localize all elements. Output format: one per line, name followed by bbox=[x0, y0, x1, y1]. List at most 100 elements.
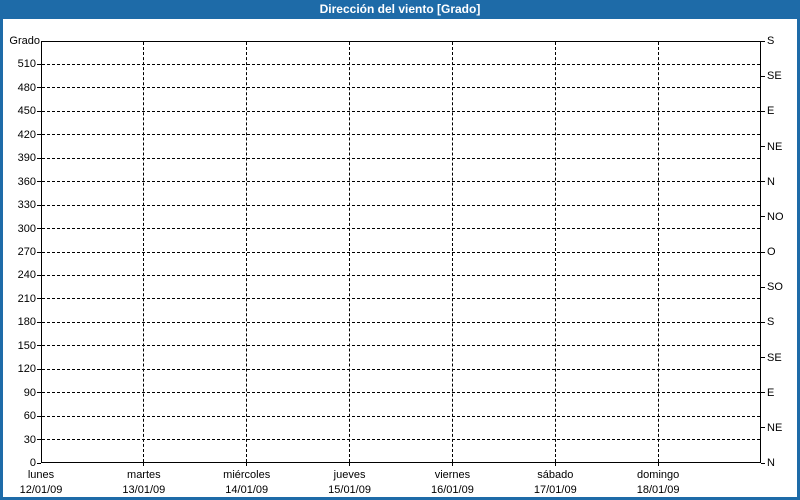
x-date-label: 15/01/09 bbox=[328, 484, 371, 496]
grid-line-vertical bbox=[657, 42, 659, 462]
x-date-label: 12/01/09 bbox=[19, 484, 63, 496]
grid-line-horizontal bbox=[42, 204, 760, 206]
x-day-label: viernes bbox=[434, 469, 471, 481]
y-left-tick bbox=[37, 439, 41, 441]
y-left-tick bbox=[37, 251, 41, 253]
x-day-label: sábado bbox=[537, 469, 574, 481]
y-left-tick bbox=[37, 181, 41, 183]
y-left-tick bbox=[37, 368, 41, 370]
y-left-tick bbox=[37, 274, 41, 276]
y-left-tick bbox=[37, 204, 41, 206]
x-day-label: jueves bbox=[333, 469, 366, 481]
y-left-tick-label: 120 bbox=[17, 363, 36, 376]
y-left-tick-label: 360 bbox=[17, 175, 36, 188]
y-left-tick-label: 510 bbox=[17, 58, 36, 71]
x-day-label: miércoles bbox=[223, 469, 271, 481]
grid-line-horizontal bbox=[42, 87, 760, 89]
y-right-tick-label: SE bbox=[767, 70, 782, 83]
x-day-label: domingo bbox=[637, 469, 680, 481]
grid-line-vertical bbox=[554, 42, 556, 462]
grid-line-horizontal bbox=[42, 63, 760, 65]
y-left-tick bbox=[37, 392, 41, 394]
y-right-tick bbox=[761, 251, 765, 253]
grid-line-horizontal bbox=[42, 368, 760, 370]
x-tick bbox=[246, 463, 248, 466]
y-left-tick-label: 300 bbox=[17, 222, 36, 235]
y-right-tick bbox=[761, 110, 765, 112]
y-left-tick bbox=[37, 298, 41, 300]
grid-line-horizontal bbox=[42, 439, 760, 441]
y-right-tick bbox=[761, 286, 765, 288]
grid-line-vertical bbox=[451, 42, 453, 462]
y-right-tick-label: NO bbox=[767, 210, 784, 223]
y-left-tick bbox=[37, 228, 41, 230]
y-left-tick bbox=[37, 321, 41, 323]
y-left-tick-label: 330 bbox=[17, 199, 36, 212]
y-left-tick bbox=[37, 110, 41, 112]
grid-line-horizontal bbox=[42, 110, 760, 112]
y-right-tick bbox=[761, 146, 765, 147]
y-right-tick bbox=[761, 427, 765, 429]
y-left-tick bbox=[37, 415, 41, 417]
y-left-tick bbox=[37, 134, 41, 136]
grid-line-horizontal bbox=[42, 228, 760, 230]
x-tick bbox=[554, 463, 556, 466]
y-left-tick-label: 450 bbox=[17, 105, 36, 118]
y-left-tick bbox=[37, 157, 41, 159]
y-left-tick-label: 90 bbox=[23, 386, 36, 399]
y-right-tick bbox=[761, 181, 765, 183]
y-right-tick-label: SE bbox=[767, 351, 782, 364]
y-left-tick-label: 150 bbox=[17, 339, 36, 352]
x-date-label: 13/01/09 bbox=[122, 484, 166, 496]
grid-line-horizontal bbox=[42, 415, 760, 417]
y-left-tick-label: 420 bbox=[17, 128, 36, 141]
grid-line-vertical bbox=[246, 42, 248, 462]
y-right-tick bbox=[761, 75, 765, 77]
y-right-tick-label: N bbox=[767, 175, 775, 188]
y-right-tick bbox=[761, 462, 765, 464]
y-right-tick-label: SO bbox=[767, 281, 783, 294]
grid-line-horizontal bbox=[42, 298, 760, 300]
y-left-tick-label: 60 bbox=[23, 410, 36, 423]
y-left-tick bbox=[37, 345, 41, 347]
x-date-label: 17/01/09 bbox=[533, 484, 577, 496]
grid-line-horizontal bbox=[42, 392, 760, 394]
x-tick bbox=[349, 463, 351, 466]
y-left-tick-label: 270 bbox=[17, 246, 36, 258]
y-right-tick-label: E bbox=[767, 386, 775, 399]
x-date-label: 14/01/09 bbox=[225, 484, 269, 496]
y-right-tick-label: NE bbox=[767, 140, 783, 153]
y-left-tick-label: 180 bbox=[17, 316, 36, 329]
y-right-tick-label: S bbox=[767, 35, 775, 47]
grid-line-horizontal bbox=[42, 251, 760, 253]
x-day-label: martes bbox=[127, 469, 161, 481]
y-left-tick-label: 480 bbox=[17, 81, 36, 94]
y-right-tick-label: NE bbox=[767, 421, 783, 434]
y-right-tick bbox=[761, 357, 765, 358]
y-left-tick-label: 30 bbox=[23, 433, 36, 446]
y-left-tick bbox=[37, 462, 41, 464]
y-right-tick-label: E bbox=[767, 105, 775, 118]
grid-line-horizontal bbox=[42, 321, 760, 323]
x-date-label: 18/01/09 bbox=[636, 484, 680, 496]
y-right-tick bbox=[761, 392, 765, 394]
y-right-tick bbox=[761, 40, 765, 42]
y-right-tick-label: N bbox=[767, 457, 775, 469]
grid-line-vertical bbox=[349, 42, 351, 462]
y-left-tick-label: 240 bbox=[17, 269, 36, 282]
grid-line-horizontal bbox=[42, 181, 760, 183]
y-right-tick-label: S bbox=[767, 316, 775, 329]
grid-line-horizontal bbox=[42, 134, 760, 136]
grid-line-horizontal bbox=[42, 345, 760, 347]
title-bar: Dirección del viento [Grado] bbox=[0, 0, 800, 19]
grid-line-vertical bbox=[143, 42, 145, 462]
y-right-tick-label: O bbox=[767, 246, 776, 258]
grid-line-horizontal bbox=[42, 274, 760, 276]
chart-title: Dirección del viento [Grado] bbox=[319, 2, 481, 16]
y-left-tick-label: 390 bbox=[17, 152, 36, 165]
y-right-tick bbox=[761, 321, 765, 323]
y-right-tick bbox=[761, 216, 765, 218]
y-left-tick bbox=[37, 63, 41, 65]
y-left-tick-label: 0 bbox=[29, 457, 36, 469]
x-date-label: 16/01/09 bbox=[431, 484, 474, 496]
